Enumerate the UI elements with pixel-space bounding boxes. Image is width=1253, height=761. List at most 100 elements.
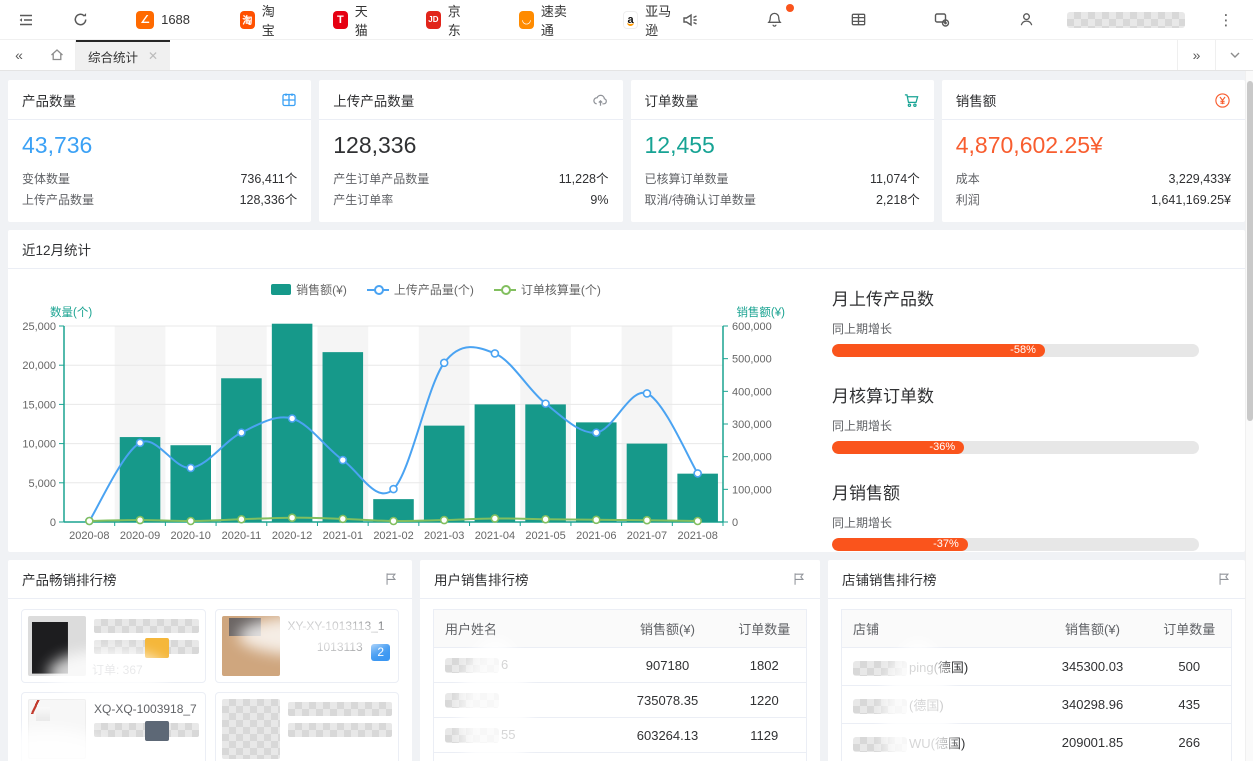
svg-text:500,000: 500,000 (732, 354, 772, 366)
notifications-button[interactable] (761, 7, 787, 33)
apps-button[interactable] (845, 7, 871, 33)
announcement-button[interactable] (677, 7, 703, 33)
kv-value: 11,074个 (870, 169, 920, 190)
tab-label: 综合统计 (88, 47, 138, 66)
flag-icon[interactable] (792, 572, 806, 586)
svg-text:15,000: 15,000 (22, 399, 56, 411)
legend-uploads[interactable]: 上传产品量(个) (367, 281, 474, 298)
column-header[interactable]: 用户姓名 (434, 610, 613, 648)
platform-tab-1688[interactable]: ∠ 1688 (136, 11, 190, 29)
platform-tab-tmall[interactable]: T 天猫 (333, 1, 376, 39)
service-button[interactable] (929, 7, 955, 33)
table-row[interactable]: WU(德国) 209001.85 266 (842, 724, 1232, 761)
kv-label: 产生订单率 (333, 190, 393, 211)
svg-text:数量(个): 数量(个) (50, 305, 92, 319)
product-card[interactable]: XY-XY-1013113_1 1013113 2 (215, 609, 400, 683)
page-scrollbar[interactable] (1245, 71, 1253, 761)
cloud-upload-icon[interactable] (592, 92, 609, 109)
table-row[interactable]: 55 603264.13 1129 (434, 718, 807, 753)
column-header[interactable]: 销售额(¥) (1038, 610, 1148, 648)
username-blurred[interactable] (1067, 12, 1185, 28)
legend-sales[interactable]: 销售额(¥) (271, 281, 347, 298)
user-sales-ranking-panel: 用户销售排行榜 用户姓名 销售额(¥) 订单数量 6 (420, 560, 820, 761)
product-card[interactable] (215, 692, 400, 761)
legend-line-swatch (367, 284, 389, 295)
account-button[interactable] (1013, 7, 1039, 33)
card-title: 产品数量 (22, 90, 76, 110)
product-image (222, 699, 280, 759)
progress-fill: -58% (832, 344, 1045, 357)
svg-text:销售额(¥): 销售额(¥) (736, 305, 785, 319)
kv-value: 736,411个 (240, 169, 297, 190)
svg-text:0: 0 (732, 517, 738, 529)
kv-label: 产生订单产品数量 (333, 169, 429, 190)
tabs-scroll-left-button[interactable]: « (0, 40, 38, 70)
main-content: 产品数量 43,736 变体数量736,411个 上传产品数量128,336个 … (0, 71, 1253, 761)
chevron-down-icon (1229, 49, 1241, 61)
table-row[interactable]: 6 907180 1802 (434, 648, 807, 683)
tabs-dropdown-button[interactable] (1215, 40, 1253, 70)
grid-icon[interactable] (281, 92, 297, 108)
platform-tab-amazon[interactable]: a 亚马逊 (623, 1, 677, 39)
tabs-scroll-right-button[interactable]: » (1177, 40, 1215, 70)
column-header[interactable]: 订单数量 (1148, 610, 1232, 648)
combo-chart[interactable]: 05,00010,00015,00020,00025,0000100,00020… (14, 298, 789, 548)
growth-monthly-sales: 月销售额 同上期增长 -37% (832, 479, 1199, 551)
flag-icon[interactable] (1217, 572, 1231, 586)
legend-bar-swatch (271, 284, 291, 295)
svg-text:2020-12: 2020-12 (272, 530, 312, 542)
card-value: 128,336 (333, 132, 608, 159)
collapse-sidebar-button[interactable] (14, 7, 38, 33)
growth-subtitle: 同上期增长 (832, 320, 1199, 337)
svg-text:10,000: 10,000 (22, 439, 56, 451)
refresh-button[interactable] (68, 7, 92, 33)
tabbar-right-controls: » (1177, 40, 1253, 70)
svg-text:400,000: 400,000 (732, 386, 772, 398)
column-header[interactable]: 订单数量 (723, 610, 807, 648)
platform-tab-taobao[interactable]: 淘 淘宝 (240, 1, 283, 39)
column-header[interactable]: 销售额(¥) (613, 610, 723, 648)
platform-tab-aliexpress[interactable]: ◡ 速卖通 (519, 1, 573, 39)
kv-value: 2,218个 (876, 190, 920, 211)
svg-text:2021-03: 2021-03 (424, 530, 464, 542)
progress-fill: -36% (832, 441, 964, 454)
legend-line-swatch (494, 284, 516, 295)
growth-title: 月上传产品数 (832, 285, 1199, 310)
product-card[interactable]: 订单: 367 (21, 609, 206, 683)
platform-tab-jd[interactable]: JD 京东 (426, 1, 469, 39)
panel-title: 用户销售排行榜 (434, 569, 529, 589)
scrollbar-thumb[interactable] (1247, 81, 1253, 421)
flag-icon[interactable] (384, 572, 398, 586)
name-suffix: WU(德国) (909, 736, 965, 751)
top-toolbar: ∠ 1688 淘 淘宝 T 天猫 JD 京东 ◡ 速卖通 a 亚马逊 (0, 0, 1253, 40)
card-title: 上传产品数量 (333, 90, 414, 110)
more-menu-button[interactable]: ⋮ (1213, 7, 1239, 33)
tab-close-icon[interactable]: ✕ (148, 49, 158, 63)
table-row[interactable]: 735078.35 1220 (434, 683, 807, 718)
sales-cell: 345300.03 (1038, 648, 1148, 686)
product-image (222, 616, 280, 676)
svg-text:2020-09: 2020-09 (120, 530, 160, 542)
table-row[interactable]: (德国) 340298.96 435 (842, 686, 1232, 724)
store-ranking-table: 店铺 销售额(¥) 订单数量 ping(德国) 345300.03 500 (德… (841, 609, 1232, 761)
svg-text:2020-10: 2020-10 (171, 530, 211, 542)
user-ranking-table: 用户姓名 销售额(¥) 订单数量 6 907180 1802 (433, 609, 807, 761)
platform-tabs: ∠ 1688 淘 淘宝 T 天猫 JD 京东 ◡ 速卖通 a 亚马逊 (136, 1, 677, 39)
tab-comprehensive-statistics[interactable]: 综合统计 ✕ (76, 40, 170, 70)
sales-cell: 603264.13 (613, 718, 723, 753)
kv-value: 1,641,169.25¥ (1151, 190, 1231, 211)
stat-cards-row: 产品数量 43,736 变体数量736,411个 上传产品数量128,336个 … (8, 80, 1245, 222)
bottom-panels-row: 产品畅销排行榜 订单: 367 (8, 560, 1245, 761)
progress-track: -36% (832, 441, 1199, 454)
column-header[interactable]: 店铺 (842, 610, 1038, 648)
home-tab-button[interactable] (38, 40, 76, 70)
product-card[interactable]: XQ-XQ-1003918_7 (21, 692, 206, 761)
growth-title: 月销售额 (832, 479, 1199, 504)
yuan-icon[interactable] (1214, 92, 1231, 109)
cart-icon[interactable] (903, 92, 920, 109)
platform-label: 京东 (448, 1, 469, 39)
legend-settled-orders[interactable]: 订单核算量(个) (494, 281, 601, 298)
notification-badge-dot (786, 4, 794, 12)
table-row[interactable]: 66 515658.9 1394 (434, 753, 807, 761)
table-row[interactable]: ping(德国) 345300.03 500 (842, 648, 1232, 686)
